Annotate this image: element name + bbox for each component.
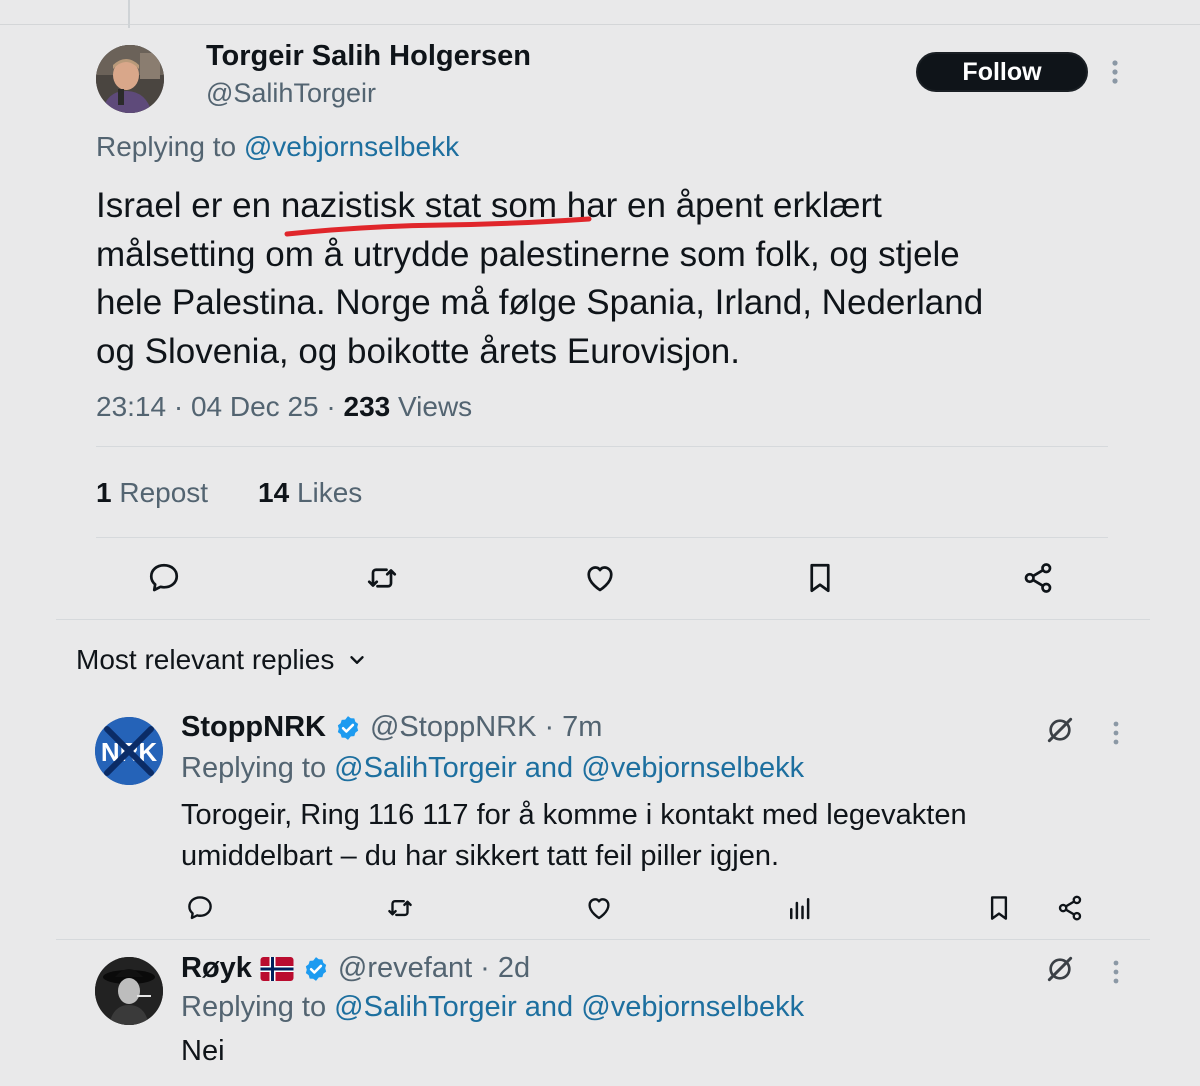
replying-to-label: Replying to bbox=[181, 752, 327, 784]
reply-text-line: Nei bbox=[181, 1035, 225, 1067]
like-icon[interactable] bbox=[584, 893, 614, 923]
author-avatar[interactable] bbox=[96, 45, 164, 113]
repost-count: 1 bbox=[96, 477, 112, 508]
replies-sort-label: Most relevant replies bbox=[76, 644, 335, 675]
reply-icon[interactable] bbox=[185, 893, 215, 923]
reply-text: Nei bbox=[181, 1035, 225, 1068]
replying-to-link[interactable]: @SalihTorgeir bbox=[334, 752, 517, 784]
repost-count-link[interactable]: 1 Repost bbox=[96, 477, 208, 509]
grok-icon[interactable] bbox=[1044, 953, 1076, 985]
reply-header: Røyk @revefant · 2d bbox=[181, 952, 531, 985]
tweet-date[interactable]: 04 Dec 25 bbox=[191, 391, 319, 422]
chevron-down-icon bbox=[350, 656, 365, 664]
likes-label: Likes bbox=[296, 477, 363, 508]
replying-to-link[interactable]: @vebjornselbekk bbox=[244, 131, 459, 162]
reply-author-handle[interactable]: @revefant bbox=[338, 952, 472, 985]
nrk-logo-icon: NRK bbox=[95, 717, 163, 785]
tweet-text-segment: Israel er en bbox=[96, 186, 281, 225]
share-icon[interactable] bbox=[1055, 893, 1085, 923]
follow-button[interactable]: Follow bbox=[916, 52, 1088, 92]
reply-replying-to: Replying to @SalihTorgeir and @vebjornse… bbox=[181, 991, 804, 1024]
verified-badge-icon bbox=[337, 715, 359, 740]
replying-to-and: and bbox=[524, 752, 574, 784]
replying-to-link[interactable]: @SalihTorgeir bbox=[334, 991, 517, 1023]
author-avatar-image bbox=[96, 45, 164, 113]
views-count: 233 bbox=[343, 391, 391, 422]
reply-more-options-icon[interactable] bbox=[1110, 720, 1122, 751]
thread-connector bbox=[128, 0, 130, 28]
reply-replying-to: Replying to @SalihTorgeir and @vebjornse… bbox=[181, 752, 804, 785]
reply-time[interactable]: 7m bbox=[562, 711, 602, 744]
reply-avatar[interactable] bbox=[95, 957, 163, 1025]
reply-avatar[interactable]: NRK bbox=[95, 717, 163, 785]
reply-text-line: Torogeir, Ring 116 117 for å komme i kon… bbox=[181, 799, 967, 831]
tweet-meta: 23:14 · 04 Dec 25 · 233 Views bbox=[96, 391, 473, 422]
tweet-time[interactable]: 23:14 bbox=[96, 391, 166, 422]
actions-divider bbox=[56, 619, 1150, 620]
repost-icon[interactable] bbox=[384, 893, 416, 923]
reply-icon[interactable] bbox=[146, 560, 182, 596]
views-label: Views bbox=[398, 391, 473, 422]
tweet-text-line: og Slovenia, og boikotte årets Eurovisjo… bbox=[96, 331, 740, 371]
reply-author-name[interactable]: Røyk bbox=[181, 952, 252, 985]
tweet-text-line: hele Palestina. Norge må følge Spania, I… bbox=[96, 283, 984, 322]
bookmark-icon[interactable] bbox=[802, 560, 838, 596]
reply-author-handle[interactable]: @StoppNRK bbox=[370, 711, 536, 744]
norway-flag-icon bbox=[260, 956, 294, 981]
meta-divider bbox=[96, 446, 1108, 447]
share-icon[interactable] bbox=[1020, 560, 1056, 596]
top-divider bbox=[0, 24, 1200, 25]
replying-to-line: Replying to @vebjornselbekk bbox=[96, 131, 459, 163]
likes-count-link[interactable]: 14 Likes bbox=[258, 477, 362, 509]
reply-avatar-image bbox=[95, 957, 163, 1025]
reply-text: Torogeir, Ring 116 117 for å komme i kon… bbox=[181, 795, 967, 877]
bookmark-icon[interactable] bbox=[984, 893, 1014, 923]
replying-to-link[interactable]: @vebjornselbekk bbox=[581, 752, 804, 784]
replying-to-label: Replying to bbox=[181, 991, 327, 1023]
repost-icon[interactable] bbox=[363, 560, 401, 596]
replying-to-link[interactable]: @vebjornselbekk bbox=[581, 991, 804, 1023]
red-underline-annotation bbox=[284, 216, 592, 237]
repost-label: Repost bbox=[119, 477, 209, 508]
more-options-icon[interactable] bbox=[1109, 58, 1121, 86]
replies-sort-dropdown[interactable]: Most relevant replies bbox=[76, 644, 368, 676]
replying-to-label: Replying to bbox=[96, 131, 237, 162]
analytics-icon[interactable] bbox=[785, 893, 815, 923]
reply-header: StoppNRK @StoppNRK · 7m bbox=[181, 711, 603, 744]
reply-more-options-icon[interactable] bbox=[1110, 959, 1122, 990]
verified-badge-icon bbox=[305, 956, 327, 981]
author-handle[interactable]: @SalihTorgeir bbox=[206, 78, 376, 109]
counts-divider bbox=[96, 537, 1108, 538]
reply-divider bbox=[56, 939, 1150, 940]
author-name[interactable]: Torgeir Salih Holgersen bbox=[206, 40, 531, 73]
reply-time[interactable]: 2d bbox=[498, 952, 530, 985]
like-icon[interactable] bbox=[582, 560, 618, 596]
reply-author-name[interactable]: StoppNRK bbox=[181, 711, 326, 744]
reply-text-line: umiddelbart – du har sikkert tatt feil p… bbox=[181, 840, 780, 872]
likes-count: 14 bbox=[258, 477, 290, 508]
grok-icon[interactable] bbox=[1044, 714, 1076, 746]
replying-to-and: and bbox=[524, 991, 574, 1023]
